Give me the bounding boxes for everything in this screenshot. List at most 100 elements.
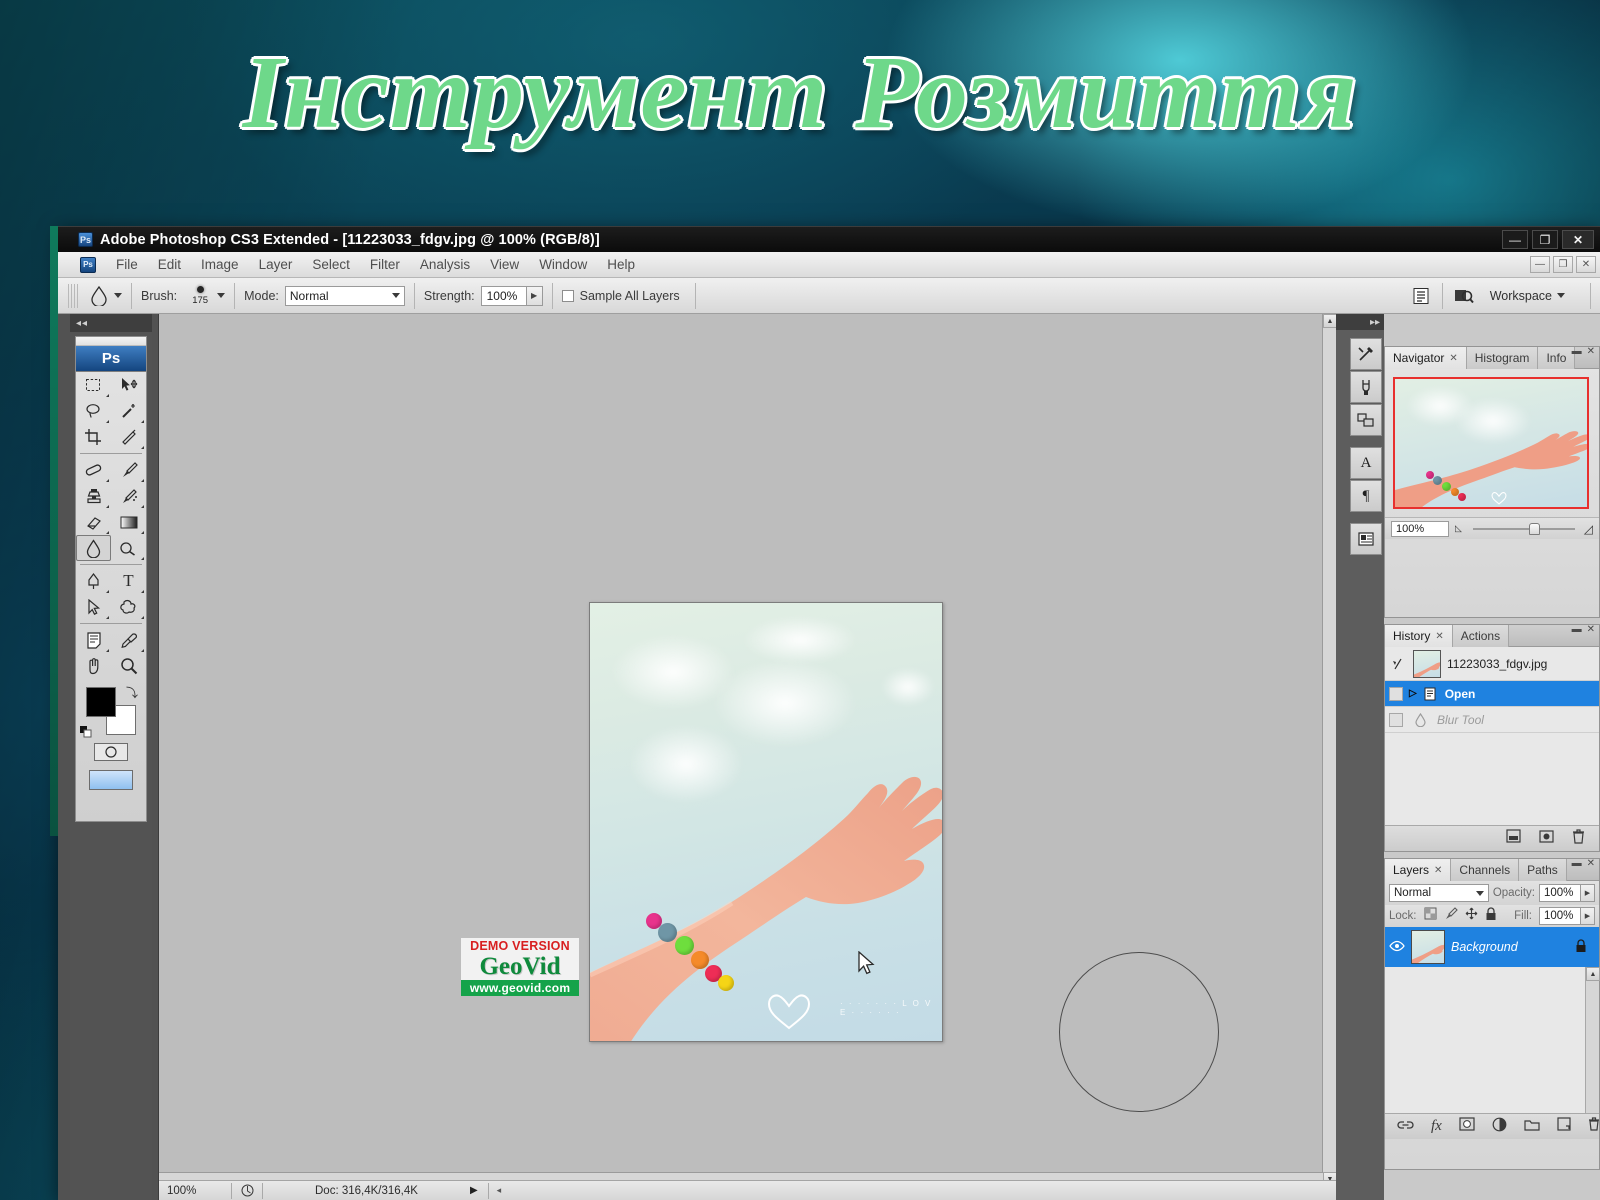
new-group-icon[interactable] [1524, 1118, 1540, 1136]
history-state-blur-tool[interactable]: Blur Tool [1385, 707, 1599, 733]
doc-minimize-button[interactable]: — [1530, 256, 1550, 273]
menu-item-image[interactable]: Image [191, 254, 249, 275]
link-layers-icon[interactable] [1397, 1118, 1414, 1136]
tab-actions[interactable]: Actions [1452, 625, 1510, 647]
menu-item-file[interactable]: File [106, 254, 148, 275]
menu-item-window[interactable]: Window [529, 254, 597, 275]
close-icon[interactable]: ✕ [1435, 631, 1443, 642]
zoom-in-icon[interactable]: ◿ [1584, 522, 1593, 536]
clone-source-icon[interactable] [1350, 404, 1382, 436]
close-panel-icon[interactable]: ✕ [1587, 346, 1595, 357]
foreground-color-swatch[interactable] [86, 687, 116, 717]
opacity-input[interactable]: 100% [1539, 884, 1581, 902]
tool-presets-icon[interactable] [1350, 338, 1382, 370]
crop-tool[interactable] [76, 424, 111, 450]
strength-input[interactable]: 100% [480, 285, 527, 306]
tab-paths[interactable]: Paths [1519, 859, 1567, 881]
swap-colors-icon[interactable]: ⤵ [126, 684, 138, 701]
canvas-area[interactable]: · · · · · · · L O V E · · · · · · ▲ ▼ 10… [158, 314, 1337, 1200]
rectangular-marquee-tool[interactable] [76, 372, 111, 398]
history-brush-tool[interactable] [111, 483, 146, 509]
navigator-thumbnail[interactable] [1393, 377, 1589, 509]
brush-tool[interactable] [111, 457, 146, 483]
brush-chevron-down-icon[interactable] [217, 293, 226, 298]
pen-tool[interactable] [76, 568, 111, 594]
restore-button[interactable]: ❐ [1532, 230, 1558, 249]
history-snapshot-row[interactable]: 11223033_fdgv.jpg [1385, 647, 1599, 681]
new-layer-icon[interactable] [1557, 1117, 1571, 1136]
status-preview-icon[interactable] [232, 1184, 262, 1197]
lock-transparent-icon[interactable] [1424, 907, 1437, 925]
canvas-vertical-scrollbar[interactable]: ▲ ▼ [1322, 314, 1337, 1186]
zoom-out-icon[interactable]: ◺ [1455, 523, 1462, 534]
path-selection-tool[interactable] [76, 594, 111, 620]
sample-all-layers-checkbox[interactable] [561, 289, 574, 302]
tab-history[interactable]: History ✕ [1385, 625, 1453, 647]
blur-tool-icon[interactable] [84, 283, 114, 309]
tab-navigator[interactable]: Navigator ✕ [1385, 347, 1467, 369]
options-bar-gripper[interactable] [68, 283, 78, 308]
tab-histogram[interactable]: Histogram [1466, 347, 1539, 369]
minimize-panel-icon[interactable]: ▬ [1572, 858, 1582, 869]
menu-item-layer[interactable]: Layer [249, 254, 303, 275]
fx-icon[interactable]: fx [1431, 1118, 1442, 1135]
add-mask-icon[interactable] [1459, 1117, 1475, 1136]
menu-item-edit[interactable]: Edit [148, 254, 191, 275]
default-colors-icon[interactable] [80, 725, 92, 738]
tab-layers[interactable]: Layers ✕ [1385, 859, 1452, 881]
doc-restore-button[interactable]: ❐ [1553, 256, 1573, 273]
layer-row-background[interactable]: Background [1385, 927, 1599, 967]
type-tool[interactable]: T [111, 568, 146, 594]
slice-tool[interactable] [111, 424, 146, 450]
minimize-panel-icon[interactable]: ▬ [1572, 346, 1582, 357]
menu-item-analysis[interactable]: Analysis [410, 254, 480, 275]
minimize-button[interactable]: — [1502, 230, 1528, 249]
toolbox-collapse-button[interactable]: ◂◂ [70, 314, 152, 332]
history-state-checkbox[interactable] [1389, 686, 1403, 701]
new-snapshot-icon[interactable] [1539, 829, 1554, 848]
fill-stepper[interactable]: ▶ [1581, 907, 1595, 925]
notes-tool[interactable] [76, 627, 111, 653]
blend-mode-select[interactable]: Normal [1389, 884, 1489, 902]
workspace-chevron-down-icon[interactable] [1557, 293, 1565, 298]
workspace-label[interactable]: Workspace [1490, 289, 1552, 303]
layer-visibility-icon[interactable] [1389, 940, 1405, 955]
scroll-up-icon[interactable]: ▲ [1586, 967, 1600, 981]
delete-layer-icon[interactable] [1588, 1117, 1600, 1136]
minimize-panel-icon[interactable]: ▬ [1572, 624, 1582, 635]
lasso-tool[interactable] [76, 398, 111, 424]
eraser-tool[interactable] [76, 509, 111, 535]
navigator-zoom-slider[interactable]: ◺ ◿ [1455, 521, 1593, 537]
eyedropper-tool[interactable] [111, 627, 146, 653]
close-icon[interactable]: ✕ [1449, 353, 1457, 364]
tab-channels[interactable]: Channels [1451, 859, 1520, 881]
magic-wand-tool[interactable] [111, 398, 146, 424]
fill-input[interactable]: 100% [1539, 907, 1581, 925]
close-icon[interactable]: ✕ [1434, 865, 1442, 876]
screen-mode-toggle[interactable] [76, 765, 146, 795]
close-button[interactable]: ✕ [1562, 230, 1594, 249]
healing-brush-tool[interactable] [76, 457, 111, 483]
close-panel-icon[interactable]: ✕ [1587, 858, 1595, 869]
delete-icon[interactable] [1572, 828, 1585, 849]
layer-comps-icon[interactable] [1350, 523, 1382, 555]
menu-item-select[interactable]: Select [302, 254, 360, 275]
character-icon[interactable]: A [1350, 447, 1382, 479]
tool-preset-chevron-down-icon[interactable] [114, 293, 122, 298]
brush-preview[interactable]: 175 [183, 282, 217, 310]
gradient-tool[interactable] [111, 509, 146, 535]
brushes-icon[interactable] [1350, 371, 1382, 403]
opacity-stepper[interactable]: ▶ [1581, 884, 1595, 902]
toolbox-gripper[interactable] [76, 337, 146, 346]
status-expand-icon[interactable]: ▶ [470, 1185, 478, 1196]
close-panel-icon[interactable]: ✕ [1587, 624, 1595, 635]
layers-scrollbar[interactable]: ▲ [1585, 967, 1600, 1113]
tab-info[interactable]: Info [1538, 347, 1576, 369]
move-tool[interactable] [111, 372, 146, 398]
history-state-checkbox[interactable] [1389, 712, 1403, 727]
adjustment-layer-icon[interactable] [1492, 1117, 1507, 1137]
new-document-icon[interactable] [1506, 829, 1521, 848]
zoom-level[interactable]: 100% [159, 1185, 231, 1197]
snapshot-source-icon[interactable] [1389, 657, 1407, 671]
dodge-tool[interactable] [111, 535, 146, 561]
